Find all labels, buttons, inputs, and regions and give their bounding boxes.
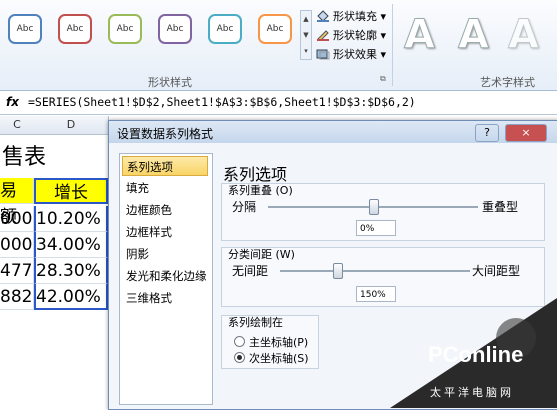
wordart-group-label: 艺术字样式 [480, 76, 535, 89]
table-row-c1[interactable]: 000 [0, 206, 34, 232]
nav-item-border-style[interactable]: 边框样式 [122, 222, 208, 242]
overlap-label: 系列重叠 (O) [228, 184, 293, 197]
overlap-min-label: 分隔 [232, 200, 257, 214]
nav-item-series-options[interactable]: 系列选项 [122, 156, 208, 176]
wordart-style-1[interactable]: A [404, 12, 436, 59]
gap-max-label: 大间距型 [472, 264, 521, 278]
pencil-icon [316, 29, 330, 42]
nav-item-fill[interactable]: 填充 [122, 178, 208, 198]
formula-bar: fx =SERIES(Sheet1!$D$2,Sheet1!$A$3:$B$6,… [0, 92, 557, 115]
paint-bucket-icon [316, 10, 330, 22]
ribbon: Abc Abc Abc Abc Abc Abc ▲ ▼ ▾ 形状填充 ▾ 形状轮… [0, 0, 557, 91]
column-header-d[interactable]: D [34, 116, 109, 135]
shape-style-green[interactable]: Abc [108, 14, 142, 44]
gap-slider-thumb[interactable] [333, 263, 343, 279]
shape-style-orange[interactable]: Abc [258, 14, 292, 44]
plot-series-on-group: 系列绘制在 主坐标轴(P) 次坐标轴(S) [221, 315, 319, 369]
radio-icon [234, 336, 245, 347]
watermark-brand: PConline [428, 342, 524, 367]
nav-item-glow-soft-edges[interactable]: 发光和柔化边缘 [122, 266, 208, 286]
primary-axis-radio[interactable]: 主坐标轴(P) [234, 334, 308, 350]
column-header-c[interactable]: C [0, 116, 35, 135]
shape-fill-label: 形状填充 [333, 10, 377, 23]
nav-item-border-color[interactable]: 边框颜色 [122, 200, 208, 220]
dialog-nav: 系列选项 填充 边框颜色 边框样式 阴影 发光和柔化边缘 三维格式 [119, 153, 213, 405]
overlap-value-input[interactable]: 0% [356, 220, 396, 236]
shape-style-purple[interactable]: Abc [158, 14, 192, 44]
scroll-up-icon[interactable]: ▲ [301, 11, 311, 27]
dropdown-arrow-icon: ▾ [380, 48, 387, 61]
table-row-d3[interactable]: 28.30% [34, 258, 108, 284]
formula-input[interactable]: =SERIES(Sheet1!$D$2,Sheet1!$A$3:$B$6,She… [28, 95, 416, 109]
overlap-slider-thumb[interactable] [369, 199, 379, 215]
shape-outline-button[interactable]: 形状轮廓 ▾ [316, 27, 386, 43]
dropdown-arrow-icon: ▾ [380, 10, 387, 23]
overlap-group: 系列重叠 (O) 分隔 重叠型 0% [221, 183, 545, 241]
radio-icon [234, 352, 245, 363]
shape-fill-button[interactable]: 形状填充 ▾ [316, 8, 386, 24]
header-cell-c[interactable]: 易额 [0, 178, 34, 227]
group-divider [392, 4, 393, 86]
dropdown-arrow-icon: ▾ [380, 29, 387, 42]
sheet-title-cell[interactable]: 售表 [0, 140, 108, 176]
table-row-c4[interactable]: 882 [0, 284, 34, 310]
dialog-title-bar[interactable]: 设置数据系列格式 ? × [109, 121, 557, 143]
header-cell-d[interactable]: 增长 [34, 178, 108, 204]
shape-effects-icon [316, 48, 330, 60]
secondary-axis-radio[interactable]: 次坐标轴(S) [234, 350, 309, 366]
table-row-c2[interactable]: 000 [0, 232, 34, 258]
gap-label: 分类间距 (W) [228, 248, 295, 261]
shape-outline-label: 形状轮廓 [333, 29, 377, 42]
dialog-launcher-icon[interactable]: ⧉ [380, 74, 386, 84]
gallery-more-icon[interactable]: ▾ [301, 43, 311, 59]
help-button[interactable]: ? [475, 124, 499, 142]
wordart-style-3[interactable]: A [508, 12, 540, 59]
overlap-max-label: 重叠型 [482, 200, 519, 214]
scroll-down-icon[interactable]: ▼ [301, 27, 311, 43]
shape-effects-label: 形状效果 [333, 48, 377, 61]
shape-style-aqua[interactable]: Abc [208, 14, 242, 44]
nav-item-3d-format[interactable]: 三维格式 [122, 288, 208, 308]
gallery-scroll[interactable]: ▲ ▼ ▾ [300, 10, 312, 60]
shape-effects-button[interactable]: 形状效果 ▾ [316, 46, 386, 62]
shape-style-blue[interactable]: Abc [8, 14, 42, 44]
wordart-style-2[interactable]: A [458, 12, 490, 59]
gap-slider-track[interactable] [280, 270, 470, 272]
close-button[interactable]: × [505, 124, 547, 142]
shape-styles-group-label: 形状样式 [148, 76, 192, 89]
table-row-d2[interactable]: 34.00% [34, 232, 108, 258]
dialog-title: 设置数据系列格式 [117, 127, 214, 141]
shape-style-red[interactable]: Abc [58, 14, 92, 44]
table-row-c3[interactable]: 477 [0, 258, 34, 284]
shape-style-gallery: Abc Abc Abc Abc Abc Abc [4, 10, 304, 58]
table-row-d1[interactable]: 10.20% [34, 206, 108, 232]
plot-on-label: 系列绘制在 [228, 316, 283, 329]
gap-min-label: 无间距 [232, 264, 269, 278]
function-icon[interactable]: fx [6, 95, 19, 109]
nav-item-shadow[interactable]: 阴影 [122, 244, 208, 264]
table-row-d4[interactable]: 42.00% [34, 284, 108, 310]
watermark-subtitle: 太平洋电脑网 [430, 386, 514, 399]
